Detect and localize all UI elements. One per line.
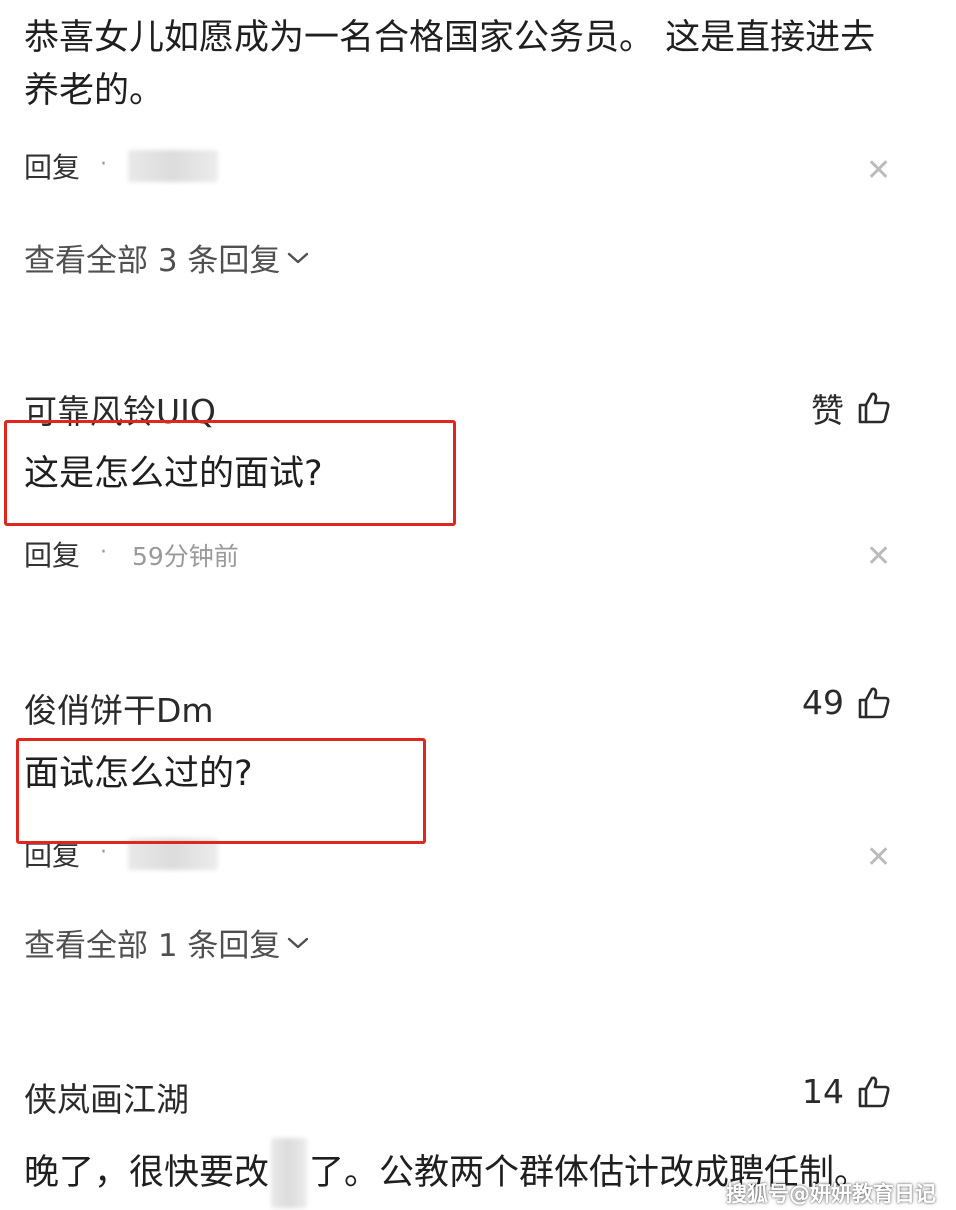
like-button[interactable]: 49 [802, 683, 892, 722]
view-all-replies-button[interactable]: 查看全部 1 条回复 [24, 920, 310, 965]
chevron-down-icon [288, 937, 309, 948]
close-icon[interactable]: ✕ [866, 542, 891, 572]
comment-content-part: 晚了，很快要改 [24, 1152, 270, 1193]
separator-dot: · [100, 540, 107, 565]
like-count: 赞 [811, 391, 844, 430]
separator-dot: · [100, 152, 107, 177]
comment-content-continued: 养老的。 [24, 71, 165, 111]
reply-button[interactable]: 回复 [24, 534, 80, 574]
close-icon[interactable]: ✕ [866, 156, 891, 186]
comment-username[interactable]: 俊俏饼干Dm [24, 684, 214, 732]
thumbs-up-icon [858, 687, 890, 718]
highlight-box [16, 738, 426, 844]
like-count: 14 [802, 1072, 844, 1111]
reply-button[interactable]: 回复 [24, 146, 80, 186]
thumbs-up-icon [858, 392, 890, 424]
like-count: 49 [802, 683, 844, 722]
close-icon[interactable]: ✕ [866, 843, 891, 873]
comment-username[interactable]: 侠岚画江湖 [24, 1073, 189, 1121]
view-all-replies-button[interactable]: 查看全部 3 条回复 [24, 235, 310, 280]
comment-content: 恭喜女儿如愿成为一名合格国家公务员。 这是直接进去 [24, 18, 876, 58]
like-button[interactable]: 赞 [811, 384, 892, 432]
redacted-timestamp [128, 150, 218, 182]
thumbs-up-icon [858, 1076, 890, 1107]
chevron-down-icon [288, 252, 309, 263]
view-all-replies-label: 查看全部 3 条回复 [24, 243, 281, 279]
watermark: 搜狐号@妍妍教育日记 [726, 1182, 936, 1206]
redacted-word [271, 1138, 308, 1208]
comment-timestamp: 59分钟前 [132, 542, 239, 571]
comment-content: 这是怎么过的面试? [24, 454, 323, 494]
like-button[interactable]: 14 [802, 1072, 892, 1111]
view-all-replies-label: 查看全部 1 条回复 [24, 928, 281, 964]
